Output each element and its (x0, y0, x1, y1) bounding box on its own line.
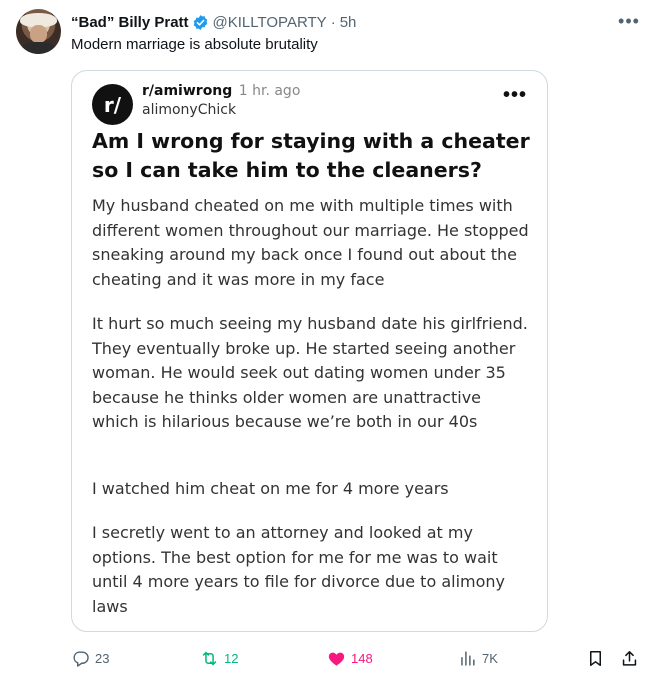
reply-count: 23 (95, 650, 110, 666)
post-title: Am I wrong for staying with a cheater so… (92, 129, 530, 182)
repost-icon (202, 651, 217, 665)
reply-button[interactable]: 23 (71, 645, 109, 671)
post-paragraph: It hurt so much seeing my husband date h… (92, 314, 528, 431)
separator-dot: · (330, 13, 336, 31)
share-icon (622, 650, 637, 666)
post-username: alimonyChick (142, 102, 237, 118)
tweet-header: “Bad” Billy Pratt @KILLTOPARTY · 5h (71, 11, 356, 33)
tweet-text: Modern marriage is absolute brutality (71, 36, 318, 53)
post-meta: r/amiwrong 1 hr. ago alimonyChick (142, 82, 300, 120)
reply-icon (73, 650, 89, 667)
verified-badge-icon (193, 14, 207, 30)
post-paragraph: I secretly went to an attorney and looke… (92, 523, 505, 616)
more-icon[interactable]: ••• (617, 9, 641, 33)
repost-button[interactable]: 12 (200, 645, 238, 671)
heart-icon (328, 652, 345, 666)
like-count: 148 (351, 650, 373, 666)
image-card[interactable]: r/ r/amiwrong 1 hr. ago alimonyChick •••… (71, 70, 548, 632)
views-count: 7K (482, 650, 498, 666)
card-more-icon: ••• (502, 83, 527, 106)
share-button[interactable] (620, 645, 644, 671)
post-time: 1 hr. ago (238, 83, 301, 99)
bookmark-button[interactable] (586, 645, 610, 671)
post-paragraph: My husband cheated on me with multiple t… (92, 196, 529, 289)
tweet-time[interactable]: 5h (340, 14, 357, 31)
views-button[interactable]: 7K (458, 645, 498, 671)
views-icon (461, 650, 475, 666)
like-button[interactable]: 148 (327, 645, 373, 671)
display-name[interactable]: “Bad” Billy Pratt (71, 14, 189, 31)
avatar[interactable] (16, 9, 61, 54)
bookmark-icon (589, 650, 602, 666)
repost-count: 12 (224, 650, 239, 666)
handle[interactable]: @KILLTOPARTY (213, 14, 327, 31)
subreddit-logo: r/ (92, 84, 133, 125)
action-bar: 23 12 148 7K (0, 645, 649, 671)
tweet: “Bad” Billy Pratt @KILLTOPARTY · 5h ••• … (0, 0, 649, 677)
post-paragraph: I watched him cheat on me for 4 more yea… (92, 479, 449, 498)
subreddit-name: r/amiwrong (142, 83, 233, 99)
